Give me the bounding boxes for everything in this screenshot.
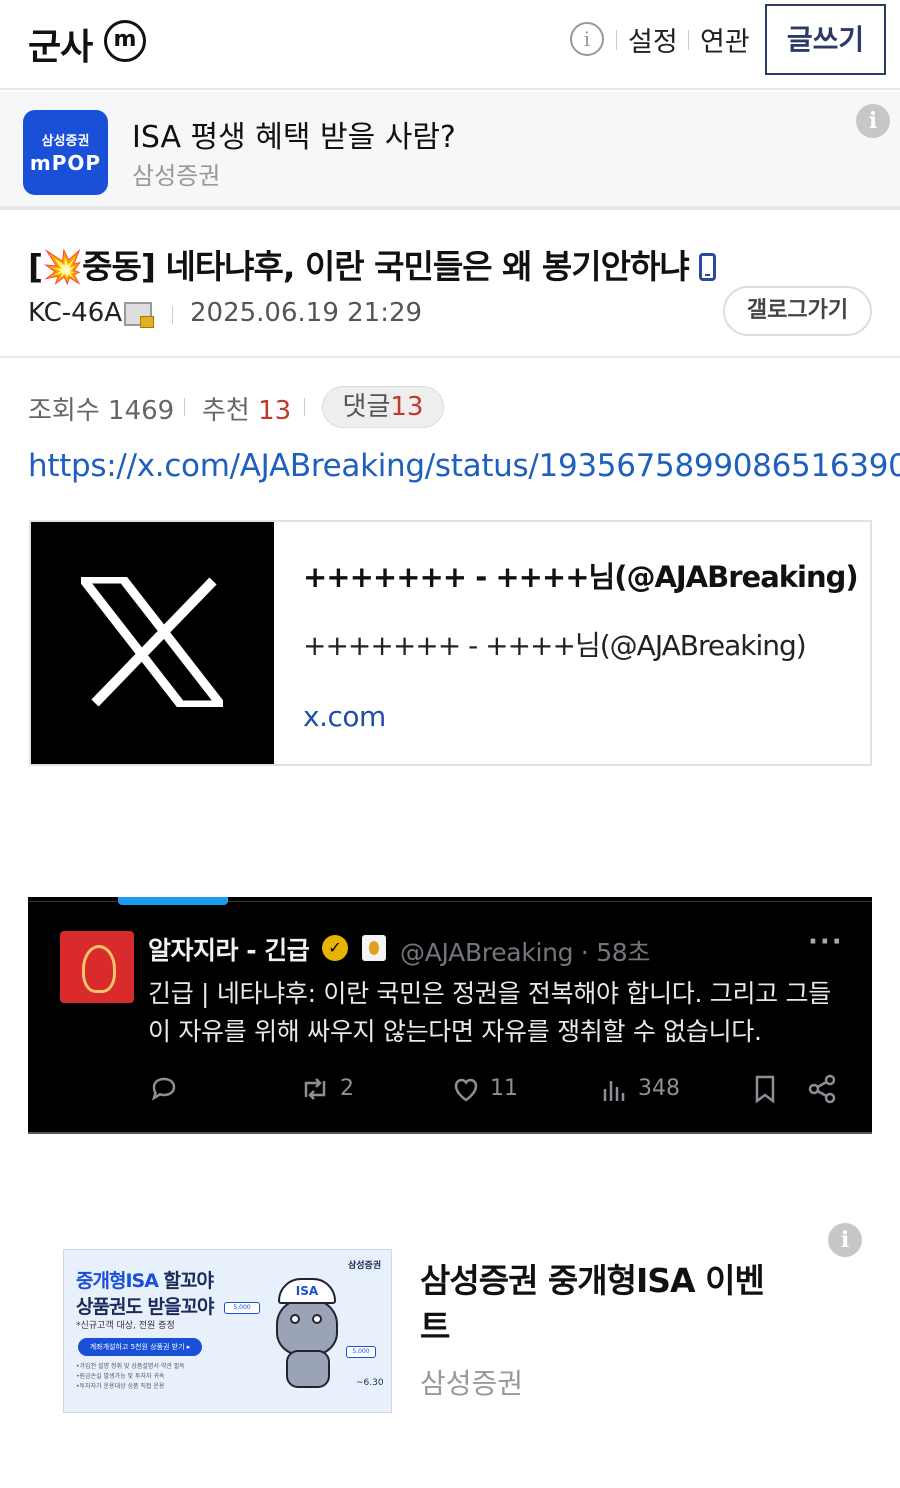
ad-image-brand: 삼성증권	[348, 1261, 382, 1271]
recommend-value: 13	[258, 396, 292, 426]
top-ad-banner[interactable]: 삼성증권 mPOP ISA 평생 혜택 받을 사람? 삼성증권 i	[0, 92, 900, 210]
reply-icon	[151, 1077, 176, 1101]
tweet-actions: 2 11 348	[28, 1072, 872, 1112]
meta-divider	[172, 306, 173, 324]
share-action	[806, 1072, 838, 1106]
view-count-label: 조회수	[28, 396, 100, 426]
bookmark-icon	[755, 1075, 775, 1104]
ad-image-headline-a: 중개형ISA	[76, 1270, 159, 1292]
related-link[interactable]: 연관	[700, 20, 750, 59]
reply-action	[148, 1072, 180, 1106]
recommend-label: 추천	[202, 396, 250, 426]
comments-label: 댓글	[342, 392, 391, 422]
tweet-author-name: 알자지라 - 긴급	[148, 936, 310, 965]
settings-link[interactable]: 설정	[628, 20, 678, 59]
ad-fineprint-line: •원금손실 발생가능 및 투자자 귀속	[76, 1373, 165, 1380]
mobile-phone-icon	[698, 253, 716, 281]
ad-image-fineprint: •가입전 설명 청취 및 상품설명서·약관 필독 •원금손실 발생가능 및 투자…	[76, 1362, 185, 1392]
ad-fineprint-line: •가입전 설명 청취 및 상품설명서·약관 필독	[76, 1363, 185, 1370]
ad-image-cta: 계좌개설하고 5천원 상품권 받기 ▸	[78, 1338, 202, 1356]
mascot-body	[286, 1350, 330, 1388]
more-options-icon: ···	[808, 927, 844, 957]
bottom-ad-advertiser: 삼성증권	[420, 1367, 524, 1400]
ad-image-headline-b: 할꼬야	[163, 1270, 214, 1292]
stat-divider	[184, 398, 185, 416]
link-card-domain: x.com	[303, 700, 386, 733]
post-author[interactable]: KC-46A	[28, 298, 122, 328]
bottom-ad-info-icon[interactable]: i	[828, 1223, 862, 1257]
recommend-count: 추천 13	[202, 390, 291, 427]
heart-icon	[454, 1078, 478, 1102]
retweet-icon	[304, 1078, 326, 1100]
views-chart-icon	[603, 1081, 625, 1101]
bottom-ad-title[interactable]: 삼성증권 중개형ISA 이벤트	[420, 1258, 780, 1350]
write-button[interactable]: 글쓰기	[765, 4, 886, 75]
retweet-count: 2	[340, 1076, 354, 1101]
x-logo-icon	[81, 577, 223, 707]
post-source-link[interactable]: https://x.com/AJABreaking/status/1935675…	[28, 448, 900, 484]
link-card-description: +++++++ - ++++님(@AJABreaking)	[303, 629, 807, 662]
ad-image-subheadline: 상품권도 받을꼬야	[76, 1296, 214, 1318]
top-header: 군사 m i 설정 연관 글쓰기	[0, 0, 900, 90]
post-title-text: [💥중동] 네타냐후, 이란 국민들은 왜 봉기안하냐	[28, 247, 690, 286]
ad-app-logo: 삼성증권 mPOP	[23, 110, 108, 195]
ad-advertiser: 삼성증권	[132, 162, 221, 190]
comments-count: 13	[390, 392, 424, 422]
mascot-eye	[290, 1314, 300, 1324]
mascot-head	[276, 1298, 338, 1356]
mascot-cap: ISA	[278, 1278, 336, 1304]
verified-badge-icon: ✓	[322, 935, 348, 961]
ad-image-note: *신규고객 대상, 전원 증정	[76, 1321, 175, 1331]
ad-info-icon[interactable]: i	[856, 104, 890, 138]
site-logo-text[interactable]: 군사	[28, 18, 93, 70]
views-action: 348	[600, 1072, 680, 1106]
post-date: 2025.06.19 21:29	[190, 298, 423, 328]
site-logo-mark[interactable]: m	[104, 20, 146, 62]
ad-logo-brand: 삼성증권	[41, 134, 90, 149]
header-divider	[688, 30, 689, 50]
ad-title[interactable]: ISA 평생 혜택 받을 사람?	[132, 112, 456, 156]
affiliation-badge-icon	[362, 935, 386, 961]
tweet-tab-indicator	[118, 897, 228, 905]
ad-image-date: ~6.30	[356, 1378, 384, 1388]
ad-image-headline: 중개형ISA 할꼬야	[76, 1266, 214, 1293]
tweet-handle-time: @AJABreaking · 58초	[400, 938, 651, 967]
like-action: 11	[450, 1072, 518, 1106]
stat-divider	[304, 398, 305, 416]
header-divider	[616, 30, 617, 50]
views-count: 348	[638, 1076, 680, 1101]
share-icon	[808, 1074, 836, 1104]
x-logo-thumbnail	[31, 522, 274, 764]
link-card-title: +++++++ - ++++님(@AJABreaking)	[303, 560, 859, 594]
link-preview-card[interactable]: +++++++ - ++++님(@AJABreaking) +++++++ - …	[29, 520, 872, 766]
bookmark-action	[750, 1072, 780, 1106]
info-icon[interactable]: i	[570, 22, 604, 56]
tweet-screenshot: 알자지라 - 긴급 ✓ @AJABreaking · 58초 ··· 긴급 | …	[28, 897, 872, 1134]
view-count-value: 1469	[108, 396, 175, 426]
ad-logo-app-name: mPOP	[29, 151, 102, 175]
section-divider	[0, 356, 900, 358]
aljazeera-avatar	[60, 931, 134, 1003]
gallog-button[interactable]: 갤로그가기	[723, 286, 872, 336]
retweet-action: 2	[298, 1072, 354, 1106]
bottom-ad-image[interactable]: 중개형ISA 할꼬야 상품권도 받을꼬야 *신규고객 대상, 전원 증정 계좌개…	[63, 1249, 392, 1413]
voucher-ticket-icon: 5,000	[224, 1302, 260, 1314]
view-count: 조회수 1469	[28, 390, 174, 427]
user-badge-icon	[124, 302, 154, 328]
mascot-eye	[312, 1314, 322, 1324]
tweet-text: 긴급 | 네타냐후: 이란 국민은 정권을 전복해야 합니다. 그리고 그들이 …	[148, 979, 831, 1046]
voucher-ticket-icon: 5,000	[346, 1346, 376, 1358]
post-title: [💥중동] 네타냐후, 이란 국민들은 왜 봉기안하냐	[28, 240, 716, 288]
ad-fineprint-line: •투자자가 운용대상 상품 직접 운용	[76, 1383, 165, 1390]
like-count: 11	[490, 1076, 518, 1101]
comments-button[interactable]: 댓글13	[322, 386, 444, 428]
